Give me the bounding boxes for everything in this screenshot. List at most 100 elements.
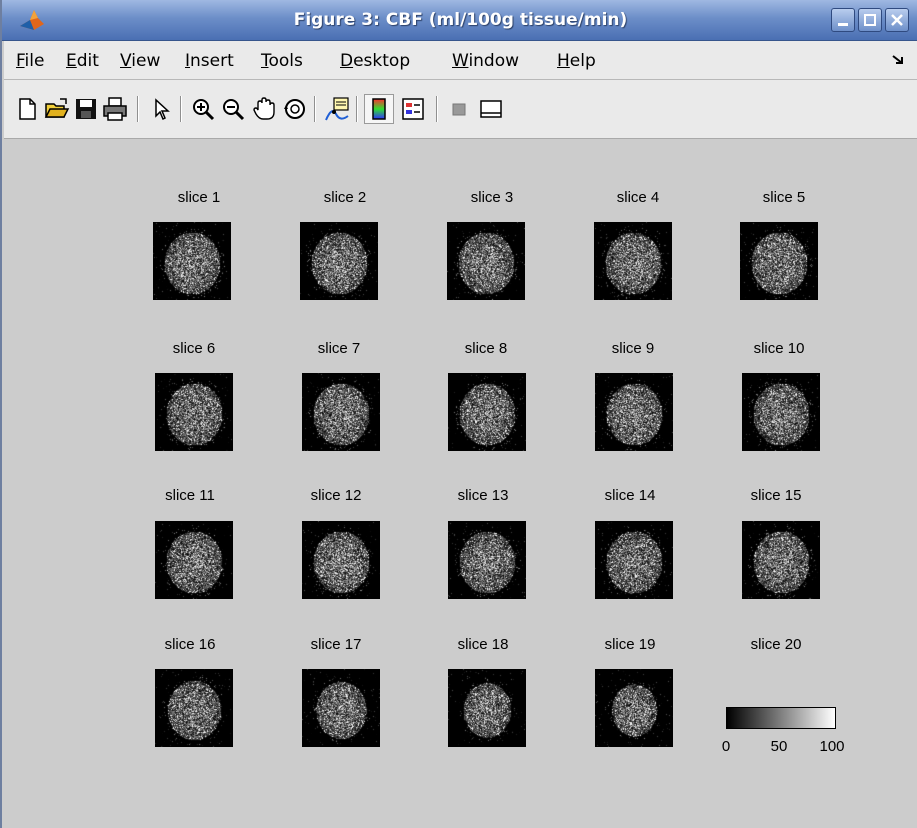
menu-help[interactable]: Help (557, 51, 596, 71)
menu-file-label: ile (24, 51, 45, 71)
slice-17-canvas (302, 669, 380, 747)
print-icon (103, 97, 127, 121)
slice-9-image (595, 373, 673, 451)
maximize-button[interactable] (858, 8, 882, 32)
close-button[interactable] (885, 8, 909, 32)
rotate-3d-icon (284, 99, 305, 119)
slice-16-image (155, 669, 233, 747)
slice-6-canvas (155, 373, 233, 451)
slice-1-canvas (153, 222, 231, 300)
menu-window[interactable]: Window (452, 51, 519, 71)
menu-view[interactable]: View (120, 51, 160, 71)
slice-15-title: slice 15 (750, 487, 802, 504)
print-button[interactable] (102, 96, 128, 122)
minimize-button[interactable] (831, 8, 855, 32)
new-figure-button[interactable] (14, 96, 40, 122)
hide-plot-tools-button[interactable] (446, 96, 472, 122)
menu-window-label: indow (468, 51, 520, 71)
slice-14-title: slice 14 (604, 487, 656, 504)
slice-10-image (742, 373, 820, 451)
slice-12-title: slice 12 (310, 487, 362, 504)
colorbar-tick-mid: 50 (770, 738, 788, 755)
menu-view-mnemonic: V (120, 51, 132, 71)
menu-edit-label: dit (76, 51, 99, 71)
slice-9-canvas (595, 373, 673, 451)
edit-plot-arrow-icon (155, 98, 170, 121)
slice-13-canvas (448, 521, 526, 599)
legend-icon (402, 98, 424, 120)
menu-help-label: elp (569, 51, 596, 71)
slice-3-title: slice 3 (470, 189, 514, 206)
slice-7-image (302, 373, 380, 451)
toolbar-separator (356, 96, 358, 122)
toolbar-separator (137, 96, 139, 122)
colorbar-tick-max: 100 (819, 738, 845, 755)
open-file-button[interactable] (44, 96, 70, 122)
zoom-in-icon (193, 99, 215, 121)
slice-10-canvas (742, 373, 820, 451)
edit-plot-button[interactable] (148, 96, 174, 122)
menu-edit[interactable]: Edit (66, 51, 99, 71)
window-title: Figure 3: CBF (ml/100g tissue/min) (293, 10, 628, 30)
slice-19-canvas (595, 669, 673, 747)
slice-12-image (302, 521, 380, 599)
save-icon (76, 99, 96, 119)
slice-2-canvas (300, 222, 378, 300)
menu-file-mnemonic: F (16, 51, 25, 71)
zoom-out-button[interactable] (220, 96, 246, 122)
slice-13-title: slice 13 (457, 487, 509, 504)
colorbar-button[interactable] (364, 94, 394, 124)
slice-4-image (594, 222, 672, 300)
slice-2-title: slice 2 (323, 189, 367, 206)
slice-7-title: slice 7 (317, 340, 361, 357)
menu-insert[interactable]: Insert (185, 51, 234, 71)
slice-15-canvas (742, 521, 820, 599)
colorbar-tick-min: 0 (721, 738, 731, 755)
slice-3-canvas (447, 222, 525, 300)
save-button[interactable] (73, 96, 99, 122)
maximize-icon (864, 14, 876, 26)
slice-11-title: slice 11 (165, 487, 215, 504)
dock-arrow-icon[interactable] (891, 53, 905, 67)
slice-5-title: slice 5 (762, 189, 806, 206)
slice-18-title: slice 18 (457, 636, 509, 653)
slice-6-image (155, 373, 233, 451)
menu-edit-mnemonic: E (66, 51, 77, 71)
slice-3-image (447, 222, 525, 300)
zoom-out-icon (223, 99, 245, 121)
menu-file[interactable]: File (16, 51, 44, 71)
slice-2-image (300, 222, 378, 300)
slice-20-title: slice 20 (750, 636, 802, 653)
menu-desktop[interactable]: Desktop (340, 51, 410, 71)
slice-11-canvas (155, 521, 233, 599)
show-plot-tools-button[interactable] (478, 96, 504, 122)
slice-10-title: slice 10 (753, 340, 805, 357)
slice-18-image (448, 669, 526, 747)
slice-16-title: slice 16 (164, 636, 216, 653)
pan-button[interactable] (251, 96, 277, 122)
toolbar-separator (180, 96, 182, 122)
data-cursor-icon (325, 97, 349, 121)
hide-plot-tools-icon (452, 103, 466, 116)
slice-1-image (153, 222, 231, 300)
figure-canvas[interactable]: slice 1 slice 2 slice 3 slice 4 slice 5 … (4, 139, 917, 828)
close-icon (891, 14, 903, 26)
slice-1-title: slice 1 (177, 189, 221, 206)
slice-14-canvas (595, 521, 673, 599)
title-bar[interactable]: Figure 3: CBF (ml/100g tissue/min) (2, 0, 917, 41)
slice-15-image (742, 521, 820, 599)
colorbar-icon (372, 98, 386, 120)
slice-6-title: slice 6 (172, 340, 216, 357)
zoom-in-button[interactable] (190, 96, 216, 122)
slice-7-canvas (302, 373, 380, 451)
rotate-3d-button[interactable] (282, 96, 308, 122)
data-cursor-button[interactable] (324, 96, 350, 122)
open-file-icon (44, 98, 70, 118)
slice-8-title: slice 8 (464, 340, 508, 357)
legend-button[interactable] (400, 96, 426, 122)
show-plot-tools-icon (480, 100, 502, 118)
slice-5-image (740, 222, 818, 300)
menu-tools[interactable]: Tools (261, 51, 303, 71)
slice-17-title: slice 17 (310, 636, 362, 653)
menu-help-mnemonic: H (557, 51, 570, 71)
